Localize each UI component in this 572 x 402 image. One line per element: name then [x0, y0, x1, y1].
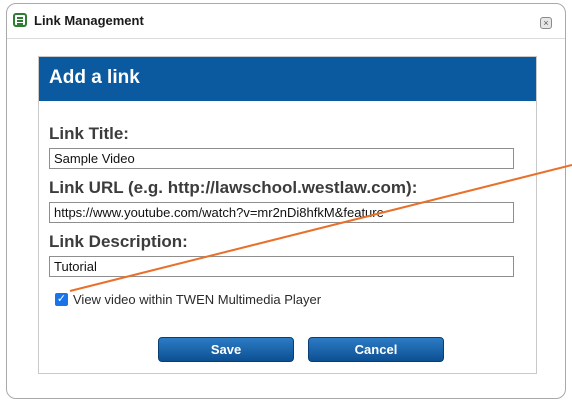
add-link-panel: Add a link Link Title: Sample Video Link…	[38, 56, 537, 374]
link-management-dialog: Link Management × Add a link Link Title:…	[6, 3, 566, 399]
multimedia-checkbox[interactable]: ✓	[55, 293, 68, 306]
dialog-title: Link Management	[34, 13, 144, 28]
multimedia-checkbox-row[interactable]: ✓ View video within TWEN Multimedia Play…	[55, 292, 321, 307]
link-description-input[interactable]: Tutorial	[49, 256, 514, 277]
list-icon	[13, 13, 27, 27]
dialog-titlebar: Link Management ×	[7, 4, 565, 39]
save-button[interactable]: Save	[158, 337, 294, 362]
link-title-input[interactable]: Sample Video	[49, 148, 514, 169]
close-icon[interactable]: ×	[540, 17, 552, 29]
multimedia-checkbox-label[interactable]: View video within TWEN Multimedia Player	[73, 292, 321, 307]
panel-header: Add a link	[39, 57, 536, 101]
checkmark-icon: ✓	[56, 293, 67, 305]
close-glyph: ×	[543, 17, 549, 28]
cancel-button[interactable]: Cancel	[308, 337, 444, 362]
link-title-label: Link Title:	[49, 124, 129, 143]
link-url-input[interactable]: https://www.youtube.com/watch?v=mr2nDi8h…	[49, 202, 514, 223]
link-url-label: Link URL (e.g. http://lawschool.westlaw.…	[49, 178, 418, 197]
panel-heading: Add a link	[49, 67, 140, 88]
link-description-label: Link Description:	[49, 232, 188, 251]
